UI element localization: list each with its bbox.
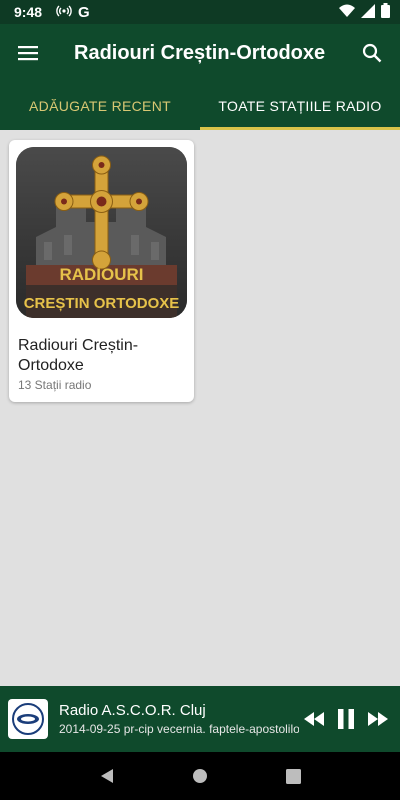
battery-icon — [381, 3, 390, 21]
category-thumbnail: RADIOURI CREȘTIN ORTODOXE — [16, 147, 187, 318]
fast-forward-icon[interactable] — [366, 707, 390, 731]
tab-bar: ADĂUGATE RECENT TOATE STAȚIILE RADIO — [0, 82, 400, 130]
tab-all-stations[interactable]: TOATE STAȚIILE RADIO — [200, 82, 400, 130]
back-icon[interactable] — [91, 760, 123, 792]
recents-icon[interactable] — [277, 760, 309, 792]
status-time: 9:48 — [14, 4, 43, 20]
player-controls — [302, 707, 390, 731]
mini-player[interactable]: Radio A.S.C.O.R. Cluj 2014-09-25 pr-cip … — [0, 686, 400, 752]
player-track-title: 2014-09-25 pr-cip vecernia. faptele-apos… — [59, 722, 299, 736]
rewind-icon[interactable] — [302, 707, 326, 731]
status-left: 9:48 G — [14, 4, 90, 21]
page-title: Radiouri Creștin-Ortodoxe — [74, 41, 326, 64]
status-bar: 9:48 G — [0, 0, 400, 24]
player-station-name: Radio A.S.C.O.R. Cluj — [59, 702, 206, 719]
system-nav-bar — [0, 752, 400, 800]
category-count: 13 Stații radio — [18, 378, 92, 392]
hotspot-icon — [56, 4, 72, 21]
category-card[interactable]: RADIOURI CREȘTIN ORTODOXE Radiouri Creșt… — [9, 140, 194, 402]
signal-icon — [361, 3, 375, 21]
wifi-icon — [339, 4, 355, 21]
category-name: Radiouri Creștin-Ortodoxe — [18, 337, 139, 374]
station-logo — [8, 699, 48, 739]
pause-icon[interactable] — [334, 707, 358, 731]
g-icon: G — [78, 3, 90, 21]
home-icon[interactable] — [184, 760, 216, 792]
thumb-text-line2: CREȘTIN ORTODOXE — [24, 295, 180, 312]
thumb-text-line1: RADIOURI — [59, 265, 143, 284]
content-area: RADIOURI CREȘTIN ORTODOXE Radiouri Creșt… — [0, 130, 400, 686]
player-info: Radio A.S.C.O.R. Cluj 2014-09-25 pr-cip … — [59, 702, 299, 736]
app-bar: Radiouri Creștin-Ortodoxe — [0, 24, 400, 82]
tab-recent[interactable]: ADĂUGATE RECENT — [0, 82, 200, 130]
search-icon[interactable] — [344, 24, 400, 82]
menu-icon[interactable] — [0, 24, 56, 82]
status-right — [339, 3, 390, 21]
